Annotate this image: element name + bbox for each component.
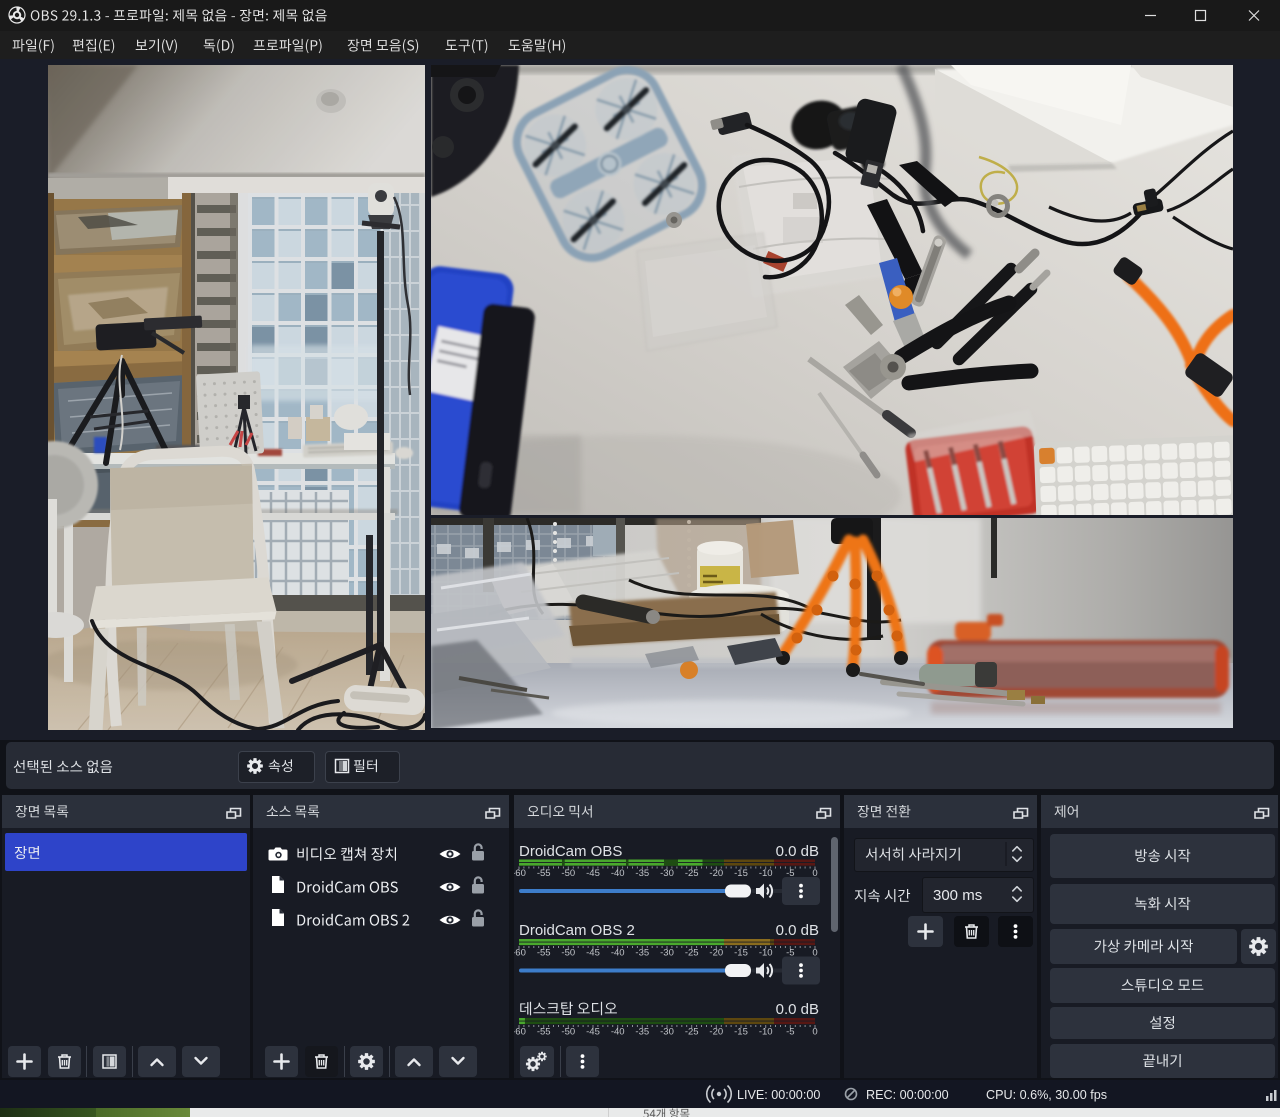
svg-text:-55: -55 <box>537 868 551 879</box>
svg-text:DroidCam OBS: DroidCam OBS <box>519 843 622 860</box>
svg-text:-5: -5 <box>786 1027 794 1038</box>
svg-text:-35: -35 <box>635 1027 649 1038</box>
svg-text:-55: -55 <box>537 948 551 959</box>
svg-text:-20: -20 <box>709 1027 723 1038</box>
svg-text:-10: -10 <box>759 868 773 879</box>
svg-text:-15: -15 <box>734 1027 748 1038</box>
svg-text:-10: -10 <box>759 948 773 959</box>
svg-text:-35: -35 <box>635 868 649 879</box>
svg-text:-25: -25 <box>685 1027 699 1038</box>
svg-text:-50: -50 <box>561 868 575 879</box>
svg-text:-60: -60 <box>514 948 526 959</box>
svg-text:0.0 dB: 0.0 dB <box>776 843 819 860</box>
svg-text:-25: -25 <box>685 868 699 879</box>
svg-text:CPU: 0.6%, 30.00 fps: CPU: 0.6%, 30.00 fps <box>986 1088 1107 1102</box>
svg-text:-25: -25 <box>685 948 699 959</box>
svg-text:-45: -45 <box>586 1027 600 1038</box>
svg-text:-35: -35 <box>635 948 649 959</box>
svg-text:-20: -20 <box>709 948 723 959</box>
svg-text:0.0 dB: 0.0 dB <box>776 922 819 939</box>
svg-text:-20: -20 <box>709 868 723 879</box>
svg-text:-30: -30 <box>660 1027 674 1038</box>
svg-text:-60: -60 <box>514 868 526 879</box>
svg-text:-40: -40 <box>611 948 625 959</box>
svg-text:-50: -50 <box>561 1027 575 1038</box>
svg-text:-50: -50 <box>561 948 575 959</box>
svg-text:0.0 dB: 0.0 dB <box>776 1001 819 1018</box>
svg-text:-40: -40 <box>611 1027 625 1038</box>
svg-text:-40: -40 <box>611 868 625 879</box>
svg-text:-45: -45 <box>586 868 600 879</box>
svg-text:300 ms: 300 ms <box>933 887 982 904</box>
svg-text:-10: -10 <box>759 1027 773 1038</box>
svg-text:-45: -45 <box>586 948 600 959</box>
svg-text:-30: -30 <box>660 868 674 879</box>
svg-text:DroidCam OBS 2: DroidCam OBS 2 <box>519 922 635 939</box>
svg-text:-60: -60 <box>514 1027 526 1038</box>
svg-text:-30: -30 <box>660 948 674 959</box>
svg-text:LIVE: 00:00:00: LIVE: 00:00:00 <box>737 1088 820 1102</box>
svg-text:0: 0 <box>812 1027 817 1038</box>
svg-text:-55: -55 <box>537 1027 551 1038</box>
svg-text:-15: -15 <box>734 948 748 959</box>
svg-text:-15: -15 <box>734 868 748 879</box>
svg-text:REC: 00:00:00: REC: 00:00:00 <box>866 1088 949 1102</box>
